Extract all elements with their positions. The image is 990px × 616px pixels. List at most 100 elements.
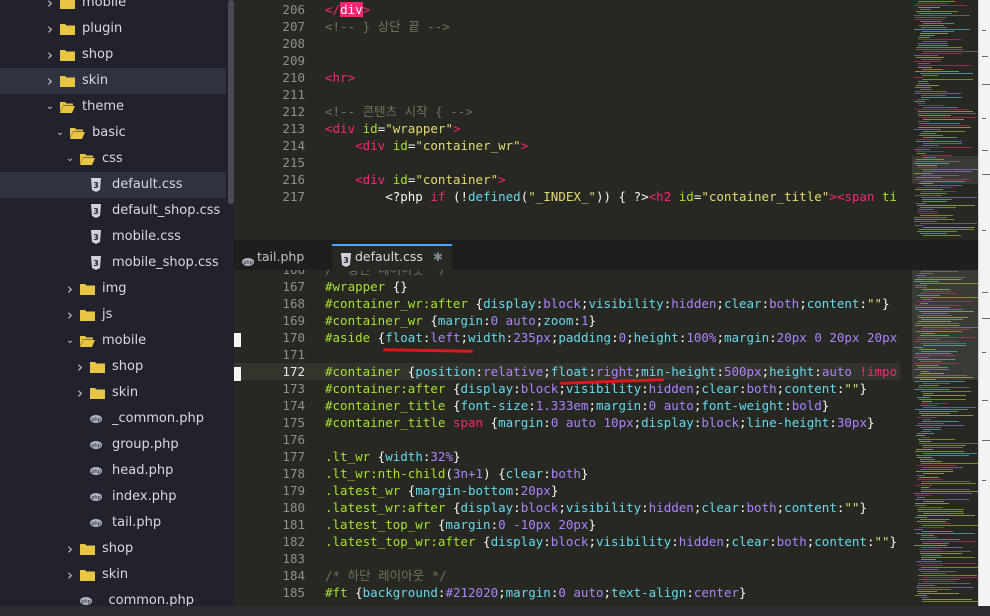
code-line[interactable]: 215: [234, 154, 900, 171]
code-line[interactable]: 212 <!-- 콘텐츠 시작 { -->: [234, 103, 900, 120]
minimap-line: [916, 471, 953, 472]
sidebar-file[interactable]: 3 default.css: [0, 172, 226, 198]
sidebar-folder[interactable]: › plugin: [0, 16, 226, 42]
chevron-down-icon[interactable]: ⌄: [44, 94, 56, 120]
sidebar-folder[interactable]: › js: [0, 302, 226, 328]
minimap-line: [918, 113, 976, 114]
code-line[interactable]: 182 .latest_top_wr:after {display:block;v…: [234, 533, 900, 550]
code-line[interactable]: 166 /* 상단 레이아웃 */: [234, 270, 900, 278]
code-line[interactable]: 181 .latest_top_wr {margin:0 -10px 20px}: [234, 516, 900, 533]
code-line[interactable]: 208: [234, 35, 900, 52]
code-line[interactable]: 211: [234, 86, 900, 103]
line-number: 175: [282, 415, 305, 430]
edge-mark: [982, 150, 988, 151]
code-line[interactable]: 207 <!-- } 상단 끝 -->: [234, 18, 900, 35]
chevron-right-icon[interactable]: ›: [44, 42, 56, 68]
sidebar-folder[interactable]: ⌄ theme: [0, 94, 226, 120]
minimap-line: [918, 81, 928, 82]
line-number: 209: [282, 53, 305, 68]
sidebar-file[interactable]: php tail.php: [0, 510, 226, 536]
minimap-line: [915, 323, 959, 324]
code-line[interactable]: 214 <div id="container_wr">: [234, 137, 900, 154]
chevron-down-icon[interactable]: ⌄: [54, 120, 66, 146]
code-token: 32%: [430, 449, 453, 464]
code-line[interactable]: 170 #aside {float:left;width:235px;paddin…: [234, 329, 900, 346]
sidebar-folder[interactable]: › skin: [0, 380, 226, 406]
code-token: block: [543, 296, 581, 311]
sidebar-folder[interactable]: › shop: [0, 536, 226, 562]
code-line[interactable]: 172 #container {position:relative;float:r…: [234, 363, 900, 380]
code-line[interactable]: 167 #wrapper {}: [234, 278, 900, 295]
minimap-bottom[interactable]: [912, 270, 978, 606]
chevron-right-icon[interactable]: ›: [74, 354, 86, 380]
chevron-down-icon[interactable]: ⌄: [64, 328, 76, 354]
folder-icon: [60, 23, 75, 35]
modified-indicator-icon[interactable]: ✱: [433, 250, 443, 264]
sidebar-folder[interactable]: ⌄ mobile: [0, 328, 226, 354]
sidebar-folder[interactable]: › mobile: [0, 0, 226, 16]
minimap-line: [917, 103, 926, 104]
sidebar-folder[interactable]: › skin: [0, 562, 226, 588]
code-line[interactable]: 185 #ft {background:#212020;margin:0 auto…: [234, 584, 900, 601]
code-line[interactable]: 177 .lt_wr {width:32%}: [234, 448, 900, 465]
editor-pane-top[interactable]: 206 </div> 207 <!-- } 상단 끝 --> 208 209 210 <hr>…: [234, 0, 978, 240]
sidebar-folder[interactable]: ⌄ basic: [0, 120, 226, 146]
chevron-right-icon[interactable]: ›: [64, 536, 76, 562]
code-line[interactable]: 216 <div id="container">: [234, 171, 900, 188]
minimap-line: [914, 381, 965, 382]
chevron-right-icon[interactable]: ›: [64, 276, 76, 302]
chevron-right-icon[interactable]: ›: [64, 562, 76, 588]
sidebar-folder[interactable]: › img: [0, 276, 226, 302]
minimap-line: [923, 473, 944, 474]
code-line[interactable]: 169 #container_wr {margin:0 auto;zoom:1}: [234, 312, 900, 329]
sidebar-file[interactable]: 3 mobile_shop.css: [0, 250, 226, 276]
code-line[interactable]: 209: [234, 52, 900, 69]
code-line[interactable]: 179 .latest_wr {margin-bottom:20px}: [234, 482, 900, 499]
code-line[interactable]: 217 <?php if (!defined("_INDEX_")) { ?><…: [234, 188, 900, 205]
code-text: <!-- } 상단 끝 -->: [325, 18, 450, 35]
chevron-right-icon[interactable]: ›: [44, 16, 56, 42]
chevron-right-icon[interactable]: ›: [64, 302, 76, 328]
minimap-line: [914, 15, 970, 16]
chevron-down-icon[interactable]: ⌄: [64, 146, 76, 172]
code-line[interactable]: 210 <hr>: [234, 69, 900, 86]
code-line[interactable]: 178 .lt_wr:nth-child(3n+1) {clear:both}: [234, 465, 900, 482]
chevron-right-icon[interactable]: ›: [44, 0, 56, 16]
code-token: block: [520, 500, 559, 515]
code-token: margin: [505, 585, 551, 600]
code-text: <!-- 콘텐츠 시작 { -->: [325, 103, 473, 120]
code-line[interactable]: 180 .latest_wr:after {display:block;visib…: [234, 499, 900, 516]
sidebar-file[interactable]: php _common.php: [0, 406, 226, 432]
sidebar-folder[interactable]: › shop: [0, 42, 226, 68]
tab-tail-php[interactable]: php tail.php: [234, 244, 332, 270]
code-token: block: [701, 415, 740, 430]
code-line[interactable]: 176: [234, 431, 900, 448]
code-line[interactable]: 174 #container_title {font-size:1.333em;m…: [234, 397, 900, 414]
sidebar-file[interactable]: 3 mobile.css: [0, 224, 226, 250]
sidebar-folder[interactable]: › skin: [0, 68, 226, 94]
minimap-line: [915, 485, 932, 486]
sidebar-folder[interactable]: ⌄ css: [0, 146, 226, 172]
code-text: #wrapper {}: [325, 278, 408, 295]
sidebar-file[interactable]: 3 default_shop.css: [0, 198, 226, 224]
code-line[interactable]: 183: [234, 550, 900, 567]
code-line[interactable]: 184 /* 하단 레이아웃 */: [234, 567, 900, 584]
sidebar-file[interactable]: php group.php: [0, 432, 226, 458]
line-number: 210: [282, 70, 305, 85]
sidebar-file[interactable]: php _common.php: [0, 588, 226, 606]
code-line[interactable]: 168 #container_wr:after {display: block; vi…: [234, 295, 900, 312]
minimap-top[interactable]: [912, 0, 978, 240]
tab-default-css[interactable]: 3 default.css ✱: [332, 244, 452, 270]
chevron-right-icon[interactable]: ›: [74, 380, 86, 406]
chevron-right-icon[interactable]: ›: [44, 68, 56, 94]
code-line[interactable]: 171: [234, 346, 900, 363]
sidebar-file[interactable]: php head.php: [0, 458, 226, 484]
editor-pane-bottom[interactable]: 166 /* 상단 레이아웃 */ 167 #wrapper {} 168 #contai…: [234, 270, 978, 606]
code-line[interactable]: 175 #container_title span {margin:0 auto …: [234, 414, 900, 431]
code-line[interactable]: 213 <div id="wrapper">: [234, 120, 900, 137]
sidebar-file[interactable]: php index.php: [0, 484, 226, 510]
code-token: id: [392, 172, 408, 187]
code-line[interactable]: 206 </div>: [234, 1, 900, 18]
sidebar-folder[interactable]: › shop: [0, 354, 226, 380]
